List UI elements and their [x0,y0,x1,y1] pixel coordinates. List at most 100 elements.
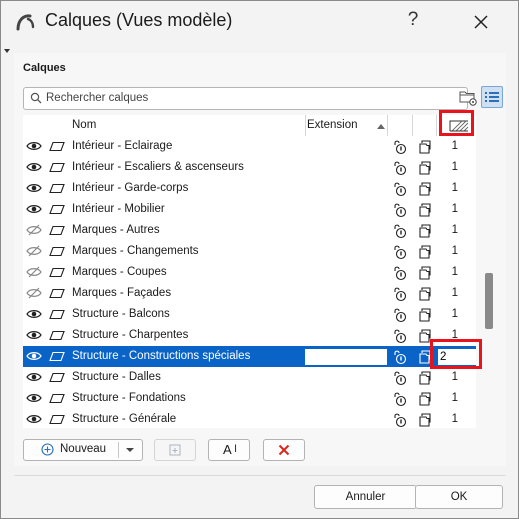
stack-icon[interactable] [418,160,434,179]
rename-layer-button[interactable]: A I [208,439,250,461]
layer-row[interactable]: Structure - Fondations 1 [23,388,476,409]
layer-row[interactable]: Intérieur - Escaliers & ascenseurs 1 [23,157,476,178]
lock-icon[interactable] [392,202,408,221]
stack-icon[interactable] [418,370,434,389]
scrollbar-thumb[interactable] [485,273,493,329]
delete-layer-button[interactable] [263,439,305,461]
lock-icon[interactable] [392,265,408,284]
parallelogram-icon[interactable] [49,351,65,365]
stack-icon[interactable] [418,244,434,263]
layer-row[interactable]: Intérieur - Eclairage 1 [23,136,476,157]
eye-icon[interactable] [26,350,42,365]
layer-order[interactable]: 1 [438,308,458,320]
stack-icon[interactable] [418,286,434,305]
search-input[interactable] [46,90,456,106]
eye-icon[interactable] [26,371,42,386]
eye-icon[interactable] [26,329,42,344]
parallelogram-icon[interactable] [49,288,65,302]
parallelogram-icon[interactable] [49,162,65,176]
column-separator[interactable] [305,115,306,136]
layer-row[interactable]: Structure - Générale 1 [23,409,476,428]
column-separator[interactable] [387,115,388,136]
eye-icon[interactable] [26,203,42,218]
stack-icon[interactable] [418,391,434,410]
layer-order[interactable]: 1 [438,371,458,383]
eye-icon[interactable] [26,182,42,197]
lock-icon[interactable] [392,307,408,326]
layer-order[interactable]: 1 [438,392,458,404]
parallelogram-icon[interactable] [49,267,65,281]
layer-order[interactable]: 1 [438,203,458,215]
parallelogram-icon[interactable] [49,414,65,428]
collapse-arrow-icon[interactable] [4,49,10,53]
stack-icon[interactable] [418,265,434,284]
eye-icon[interactable] [26,140,42,155]
ok-button[interactable]: OK [415,485,503,509]
list-view-button[interactable] [481,86,503,108]
eye-icon[interactable] [26,413,42,428]
layer-order[interactable]: 1 [438,140,458,152]
extension-field[interactable] [304,348,388,366]
layer-order[interactable]: 1 [438,245,458,257]
new-layer-button[interactable]: Nouveau [23,439,143,461]
layer-row[interactable]: Marques - Façades 1 [23,283,476,304]
stack-icon[interactable] [418,412,434,428]
stack-icon[interactable] [418,181,434,200]
parallelogram-icon[interactable] [49,372,65,386]
eye-hidden-icon[interactable] [26,245,42,260]
stack-icon[interactable] [418,307,434,326]
eye-icon[interactable] [26,161,42,176]
lock-icon[interactable] [392,139,408,158]
parallelogram-icon[interactable] [49,393,65,407]
cancel-button[interactable]: Annuler [314,485,417,509]
layer-row[interactable]: Structure - Balcons 1 [23,304,476,325]
eye-hidden-icon[interactable] [26,224,42,239]
lock-icon[interactable] [392,412,408,428]
folder-settings-icon[interactable] [457,86,479,108]
layer-order[interactable]: 1 [438,287,458,299]
layer-order[interactable]: 1 [438,161,458,173]
layer-row[interactable]: Marques - Changements 1 [23,241,476,262]
layer-order[interactable]: 1 [438,182,458,194]
parallelogram-icon[interactable] [49,225,65,239]
layer-row[interactable]: Intérieur - Garde-corps 1 [23,178,476,199]
parallelogram-icon[interactable] [49,309,65,323]
layer-order[interactable]: 1 [438,413,458,425]
layer-order[interactable]: 1 [438,266,458,278]
chevron-down-icon[interactable] [125,447,135,453]
close-icon[interactable] [466,9,496,37]
search-box[interactable] [23,87,468,110]
layer-row[interactable]: Marques - Coupes 1 [23,262,476,283]
parallelogram-icon[interactable] [49,204,65,218]
eye-hidden-icon[interactable] [26,287,42,302]
lock-icon[interactable] [392,160,408,179]
stack-icon[interactable] [418,223,434,242]
stack-icon[interactable] [418,139,434,158]
layer-order[interactable]: 1 [438,224,458,236]
layer-row[interactable]: Intérieur - Mobilier 1 [23,199,476,220]
column-separator[interactable] [436,115,437,136]
lock-icon[interactable] [392,244,408,263]
column-header-extension[interactable]: Extension [307,119,358,131]
eye-icon[interactable] [26,308,42,323]
parallelogram-icon[interactable] [49,141,65,155]
layer-row[interactable]: Structure - Constructions spéciales [23,346,476,367]
help-button[interactable]: ? [401,9,425,35]
layer-row[interactable]: Marques - Autres 1 [23,220,476,241]
parallelogram-icon[interactable] [49,246,65,260]
lock-icon[interactable] [392,349,408,368]
lock-icon[interactable] [392,286,408,305]
eye-hidden-icon[interactable] [26,266,42,281]
stack-icon[interactable] [418,202,434,221]
add-layer-button[interactable] [154,439,196,461]
layer-row[interactable]: Structure - Dalles 1 [23,367,476,388]
eye-icon[interactable] [26,392,42,407]
parallelogram-icon[interactable] [49,183,65,197]
column-separator[interactable] [412,115,413,136]
lock-icon[interactable] [392,223,408,242]
parallelogram-icon[interactable] [49,330,65,344]
column-header-name[interactable]: Nom [72,119,96,131]
lock-icon[interactable] [392,181,408,200]
layer-row[interactable]: Structure - Charpentes 1 [23,325,476,346]
lock-icon[interactable] [392,328,408,347]
